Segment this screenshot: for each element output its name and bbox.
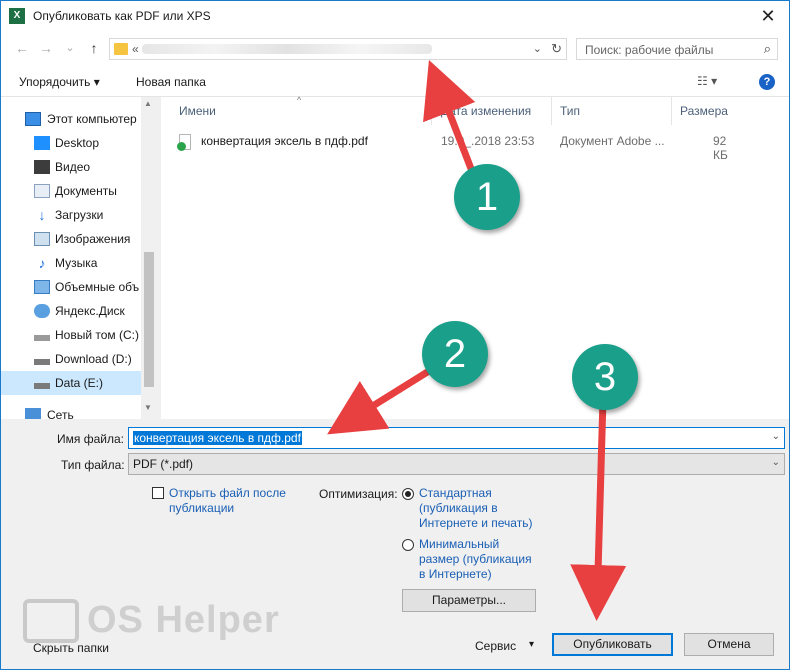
arrow-3 (570, 398, 627, 621)
annotation-badge-1: 1 (454, 164, 520, 230)
annotation-badge-3: 3 (572, 344, 638, 410)
arrow-2 (327, 368, 431, 435)
arrow-1 (423, 59, 479, 181)
publish-dialog: X Опубликовать как PDF или XPS ✕ ← → ⌄ ↑… (0, 0, 790, 670)
annotation-badge-2: 2 (422, 321, 488, 387)
annotation-arrows (327, 59, 627, 621)
